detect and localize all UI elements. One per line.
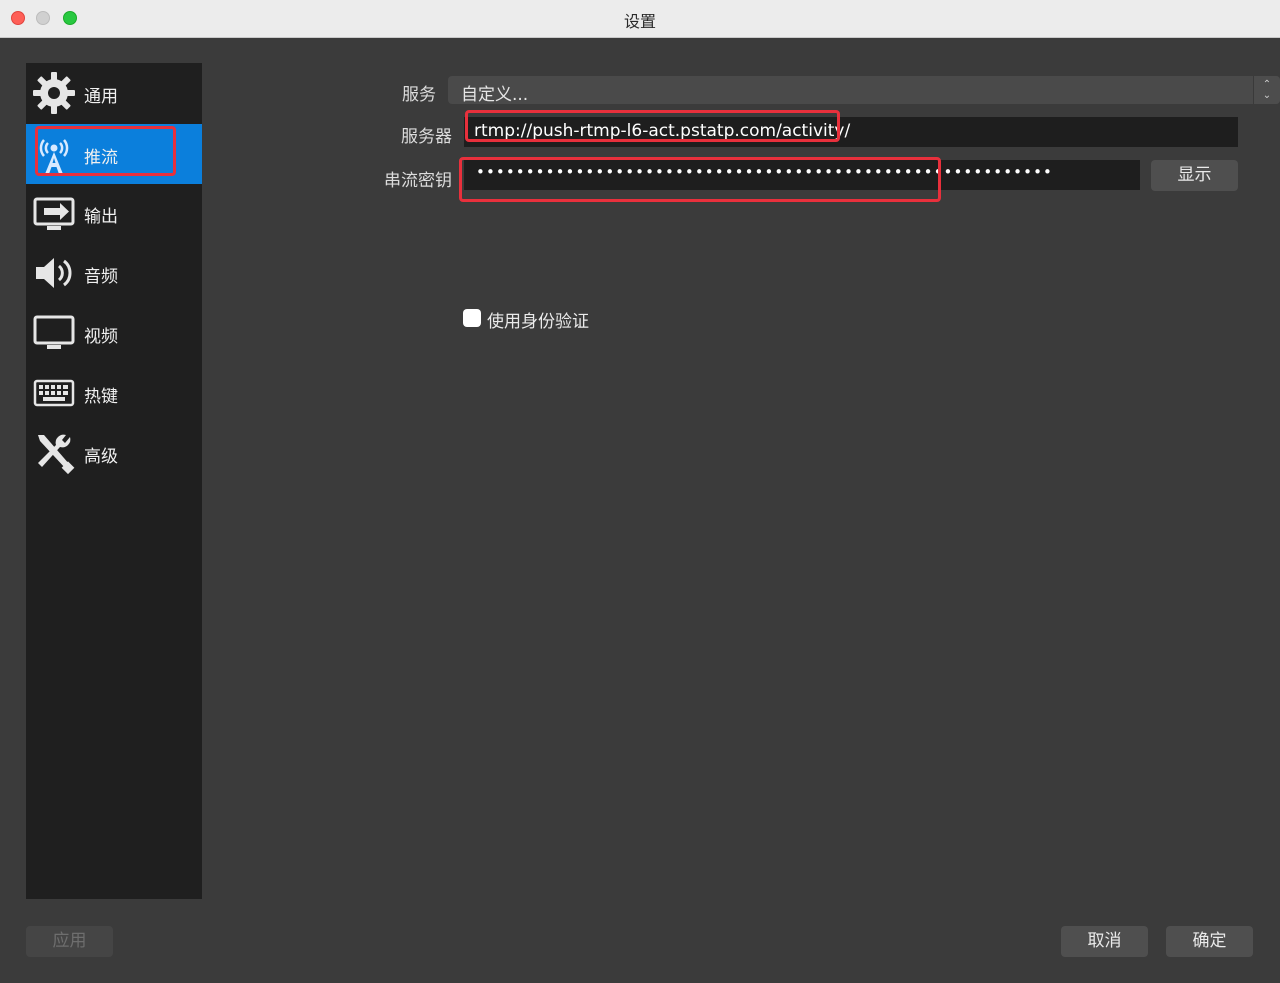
sidebar-item-label: 输出 [84,207,118,227]
service-label: 服务 [402,85,436,105]
sidebar-item-label: 高级 [84,447,118,467]
annotation-highlight-box [459,157,941,202]
monitor-output-icon [33,197,75,230]
service-select[interactable]: 自定义... ⌃ ⌄ [448,76,1280,105]
ok-button[interactable]: 确定 [1166,926,1253,957]
gear-icon [33,72,75,114]
window-title: 设置 [623,12,656,31]
tools-icon [38,434,75,475]
server-label: 服务器 [401,127,452,147]
annotation-highlight-box [35,126,176,176]
sidebar-item-video[interactable]: 视频 [26,303,202,363]
chevron-up-down-icon: ⌃ ⌄ [1253,76,1280,104]
cancel-button[interactable]: 取消 [1061,926,1148,957]
use-auth-checkbox[interactable] [463,309,481,327]
sidebar-item-hotkeys[interactable]: 热键 [26,363,202,423]
sidebar-item-label: 音频 [84,267,118,287]
apply-button[interactable]: 应用 [26,926,113,957]
sidebar-item-label: 通用 [84,87,118,107]
speaker-icon [36,258,72,288]
settings-sidebar: 通用 推流 输出 音频 视频 热键 高级 [26,63,202,899]
sidebar-item-label: 热键 [84,387,118,407]
title-bar: 设置 [0,0,1280,38]
stream-key-label: 串流密钥 [384,171,452,191]
sidebar-item-advanced[interactable]: 高级 [26,423,202,483]
show-key-button[interactable]: 显示 [1151,160,1238,191]
sidebar-item-general[interactable]: 通用 [26,63,202,123]
display-icon [33,315,75,349]
use-auth-label[interactable]: 使用身份验证 [487,307,589,332]
sidebar-item-output[interactable]: 输出 [26,183,202,243]
sidebar-item-label: 视频 [84,327,118,347]
sidebar-item-audio[interactable]: 音频 [26,243,202,303]
annotation-highlight-box [465,110,840,142]
service-select-value: 自定义... [461,85,529,105]
keyboard-icon [33,379,75,407]
